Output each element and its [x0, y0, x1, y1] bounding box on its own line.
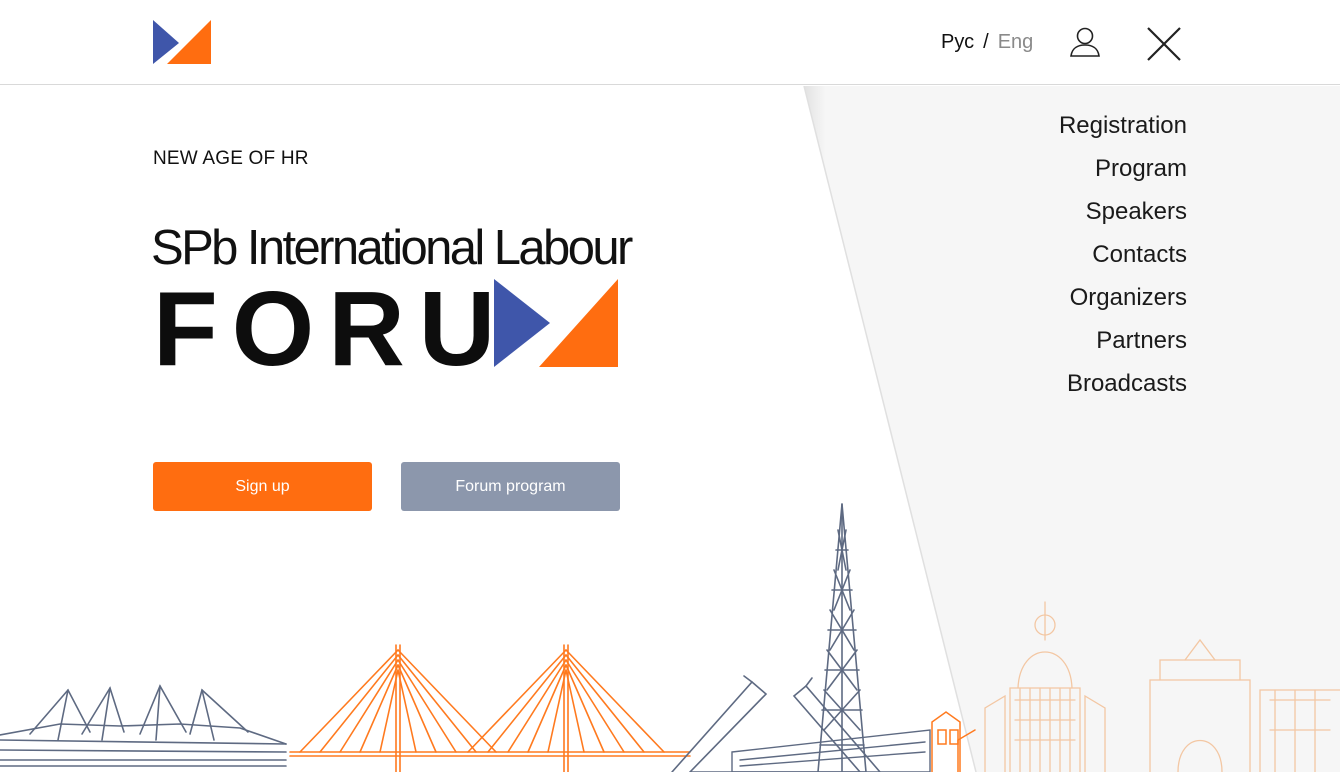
site-header: Рус / Eng [0, 0, 1340, 85]
language-switcher: Рус / Eng [941, 31, 1033, 54]
cathedral-drawing [984, 601, 1340, 772]
bridge-drawing [289, 644, 691, 772]
hero-tagline: NEW AGE OF HR [153, 148, 309, 169]
menu-item-broadcasts[interactable]: Broadcasts [1059, 370, 1187, 413]
lang-en-link[interactable]: Eng [998, 31, 1034, 54]
lang-separator: / [983, 31, 989, 53]
hero-title-line1: SPb International Labour [151, 221, 633, 275]
menu-item-partners[interactable]: Partners [1059, 327, 1187, 370]
main-menu: Registration Program Speakers Contacts O… [1059, 112, 1187, 413]
forum-program-button[interactable]: Forum program [401, 462, 620, 511]
menu-item-registration[interactable]: Registration [1059, 112, 1187, 155]
close-icon[interactable] [1145, 25, 1183, 63]
menu-item-program[interactable]: Program [1059, 155, 1187, 198]
menu-item-organizers[interactable]: Organizers [1059, 284, 1187, 327]
hero-title-line2: FORU [153, 270, 510, 388]
lang-ru-link[interactable]: Рус [941, 31, 974, 54]
logo-icon[interactable] [153, 20, 211, 64]
sign-up-button[interactable]: Sign up [153, 462, 372, 511]
low-building-drawing [731, 729, 931, 772]
menu-item-speakers[interactable]: Speakers [1059, 198, 1187, 241]
forum-logo-mark-icon [494, 279, 618, 367]
menu-item-contacts[interactable]: Contacts [1059, 241, 1187, 284]
orange-buildings-drawing [931, 711, 976, 772]
stadium-drawing [0, 684, 287, 767]
hero: NEW AGE OF HR SPb International Labour F… [151, 148, 633, 382]
skyline-illustration [0, 503, 1340, 772]
user-icon[interactable] [1068, 25, 1102, 59]
